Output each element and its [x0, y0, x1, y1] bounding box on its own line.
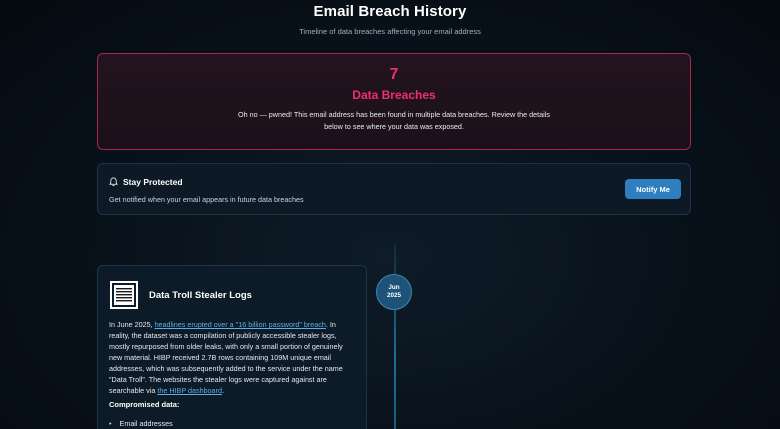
- breach-description: In June 2025, headlines erupted over a "…: [109, 319, 355, 396]
- timeline-date-badge: Jun 2025: [376, 274, 412, 310]
- page-title: Email Breach History: [313, 3, 467, 20]
- breach-count-card: 7 Data Breaches Oh no — pwned! This emai…: [97, 53, 691, 150]
- breach-title: Data Troll Stealer Logs: [149, 290, 252, 301]
- bell-icon: [109, 177, 118, 187]
- headlines-link[interactable]: headlines erupted over a "16 billion pas…: [155, 320, 326, 329]
- stay-protected-heading: Stay Protected: [109, 177, 183, 187]
- page: Email Breach History Timeline of data br…: [0, 0, 780, 429]
- stay-protected-description: Get notified when your email appears in …: [109, 195, 304, 204]
- compromised-data-list: Email addresses: [109, 419, 173, 428]
- timeline-date-year: 2025: [386, 292, 401, 299]
- breach-count: 7: [389, 66, 399, 83]
- breach-card: Data Troll Stealer Logs In June 2025, he…: [97, 265, 367, 429]
- stay-protected-title: Stay Protected: [123, 177, 183, 187]
- hibp-dashboard-link[interactable]: the HIBP dashboard: [157, 386, 222, 395]
- breach-desc-part1: In June 2025,: [109, 320, 155, 329]
- breach-count-label: Data Breaches: [352, 88, 436, 102]
- document-icon: [110, 281, 138, 309]
- timeline-line: [394, 244, 396, 429]
- stay-protected-card: Stay Protected Get notified when your em…: [97, 163, 691, 215]
- header: Email Breach History Timeline of data br…: [0, 0, 780, 36]
- compromised-item: Email addresses: [109, 419, 173, 428]
- breach-desc-part3: .: [221, 386, 224, 395]
- breach-desc-part2: . In reality, the dataset was a compilat…: [109, 320, 343, 395]
- compromised-data-heading: Compromised data:: [109, 400, 180, 409]
- pwned-message: Oh no — pwned! This email address has be…: [238, 110, 550, 131]
- timeline-date-month: Jun: [388, 284, 400, 291]
- notify-me-button[interactable]: Notify Me: [625, 179, 681, 199]
- page-subtitle: Timeline of data breaches affecting your…: [299, 27, 481, 36]
